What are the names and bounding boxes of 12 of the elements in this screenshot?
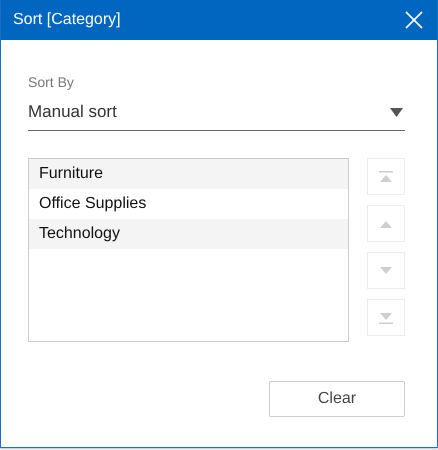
list-item[interactable]: Office Supplies	[29, 189, 348, 219]
clear-button[interactable]: Clear	[269, 381, 405, 417]
bar-triangle-up-icon	[379, 170, 393, 182]
triangle-down-icon	[379, 264, 393, 276]
triangle-down-bar-icon	[379, 312, 393, 324]
sort-by-label: Sort By	[28, 74, 75, 90]
list-item[interactable]: Furniture	[29, 159, 348, 189]
sort-by-dropdown[interactable]: Manual sort	[28, 96, 405, 131]
caret-icon	[390, 108, 403, 116]
close-icon[interactable]	[405, 11, 423, 29]
window-title: Sort [Category]	[13, 11, 121, 29]
list-item[interactable]: Technology	[29, 219, 348, 249]
